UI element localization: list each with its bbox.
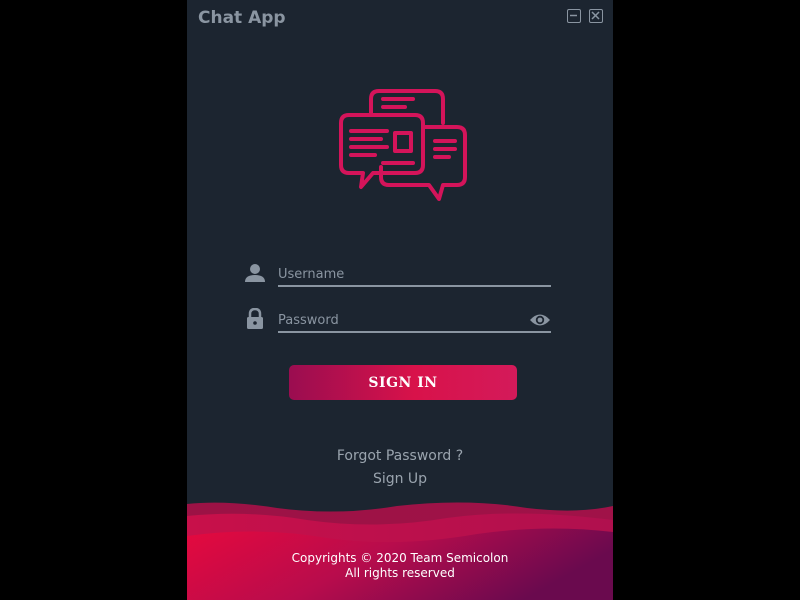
username-input[interactable] [278,262,551,286]
sign-in-button[interactable]: SIGN IN [289,365,517,400]
close-icon [591,11,600,20]
login-window: Chat App Username SIGN IN Forgot Passwor… [187,0,613,600]
user-icon [245,264,265,282]
sign-up-link[interactable]: Sign Up [187,471,613,487]
password-input[interactable] [278,308,551,332]
password-field [245,304,551,344]
close-button[interactable] [589,9,603,23]
username-field [245,258,551,298]
copyright-text: Copyrights © 2020 Team Semicolon [291,551,509,565]
window-title: Chat App [198,8,286,28]
minimize-icon [570,14,577,17]
lock-icon [247,308,263,329]
password-underline [278,331,551,333]
forgot-password-link[interactable]: Forgot Password ? [187,448,613,464]
minimize-button[interactable] [567,9,581,23]
rights-text: All rights reserved [345,566,455,580]
footer-wave [187,502,613,600]
eye-icon[interactable] [529,312,551,328]
username-underline [278,285,551,287]
chat-bubbles-icon [339,89,467,201]
